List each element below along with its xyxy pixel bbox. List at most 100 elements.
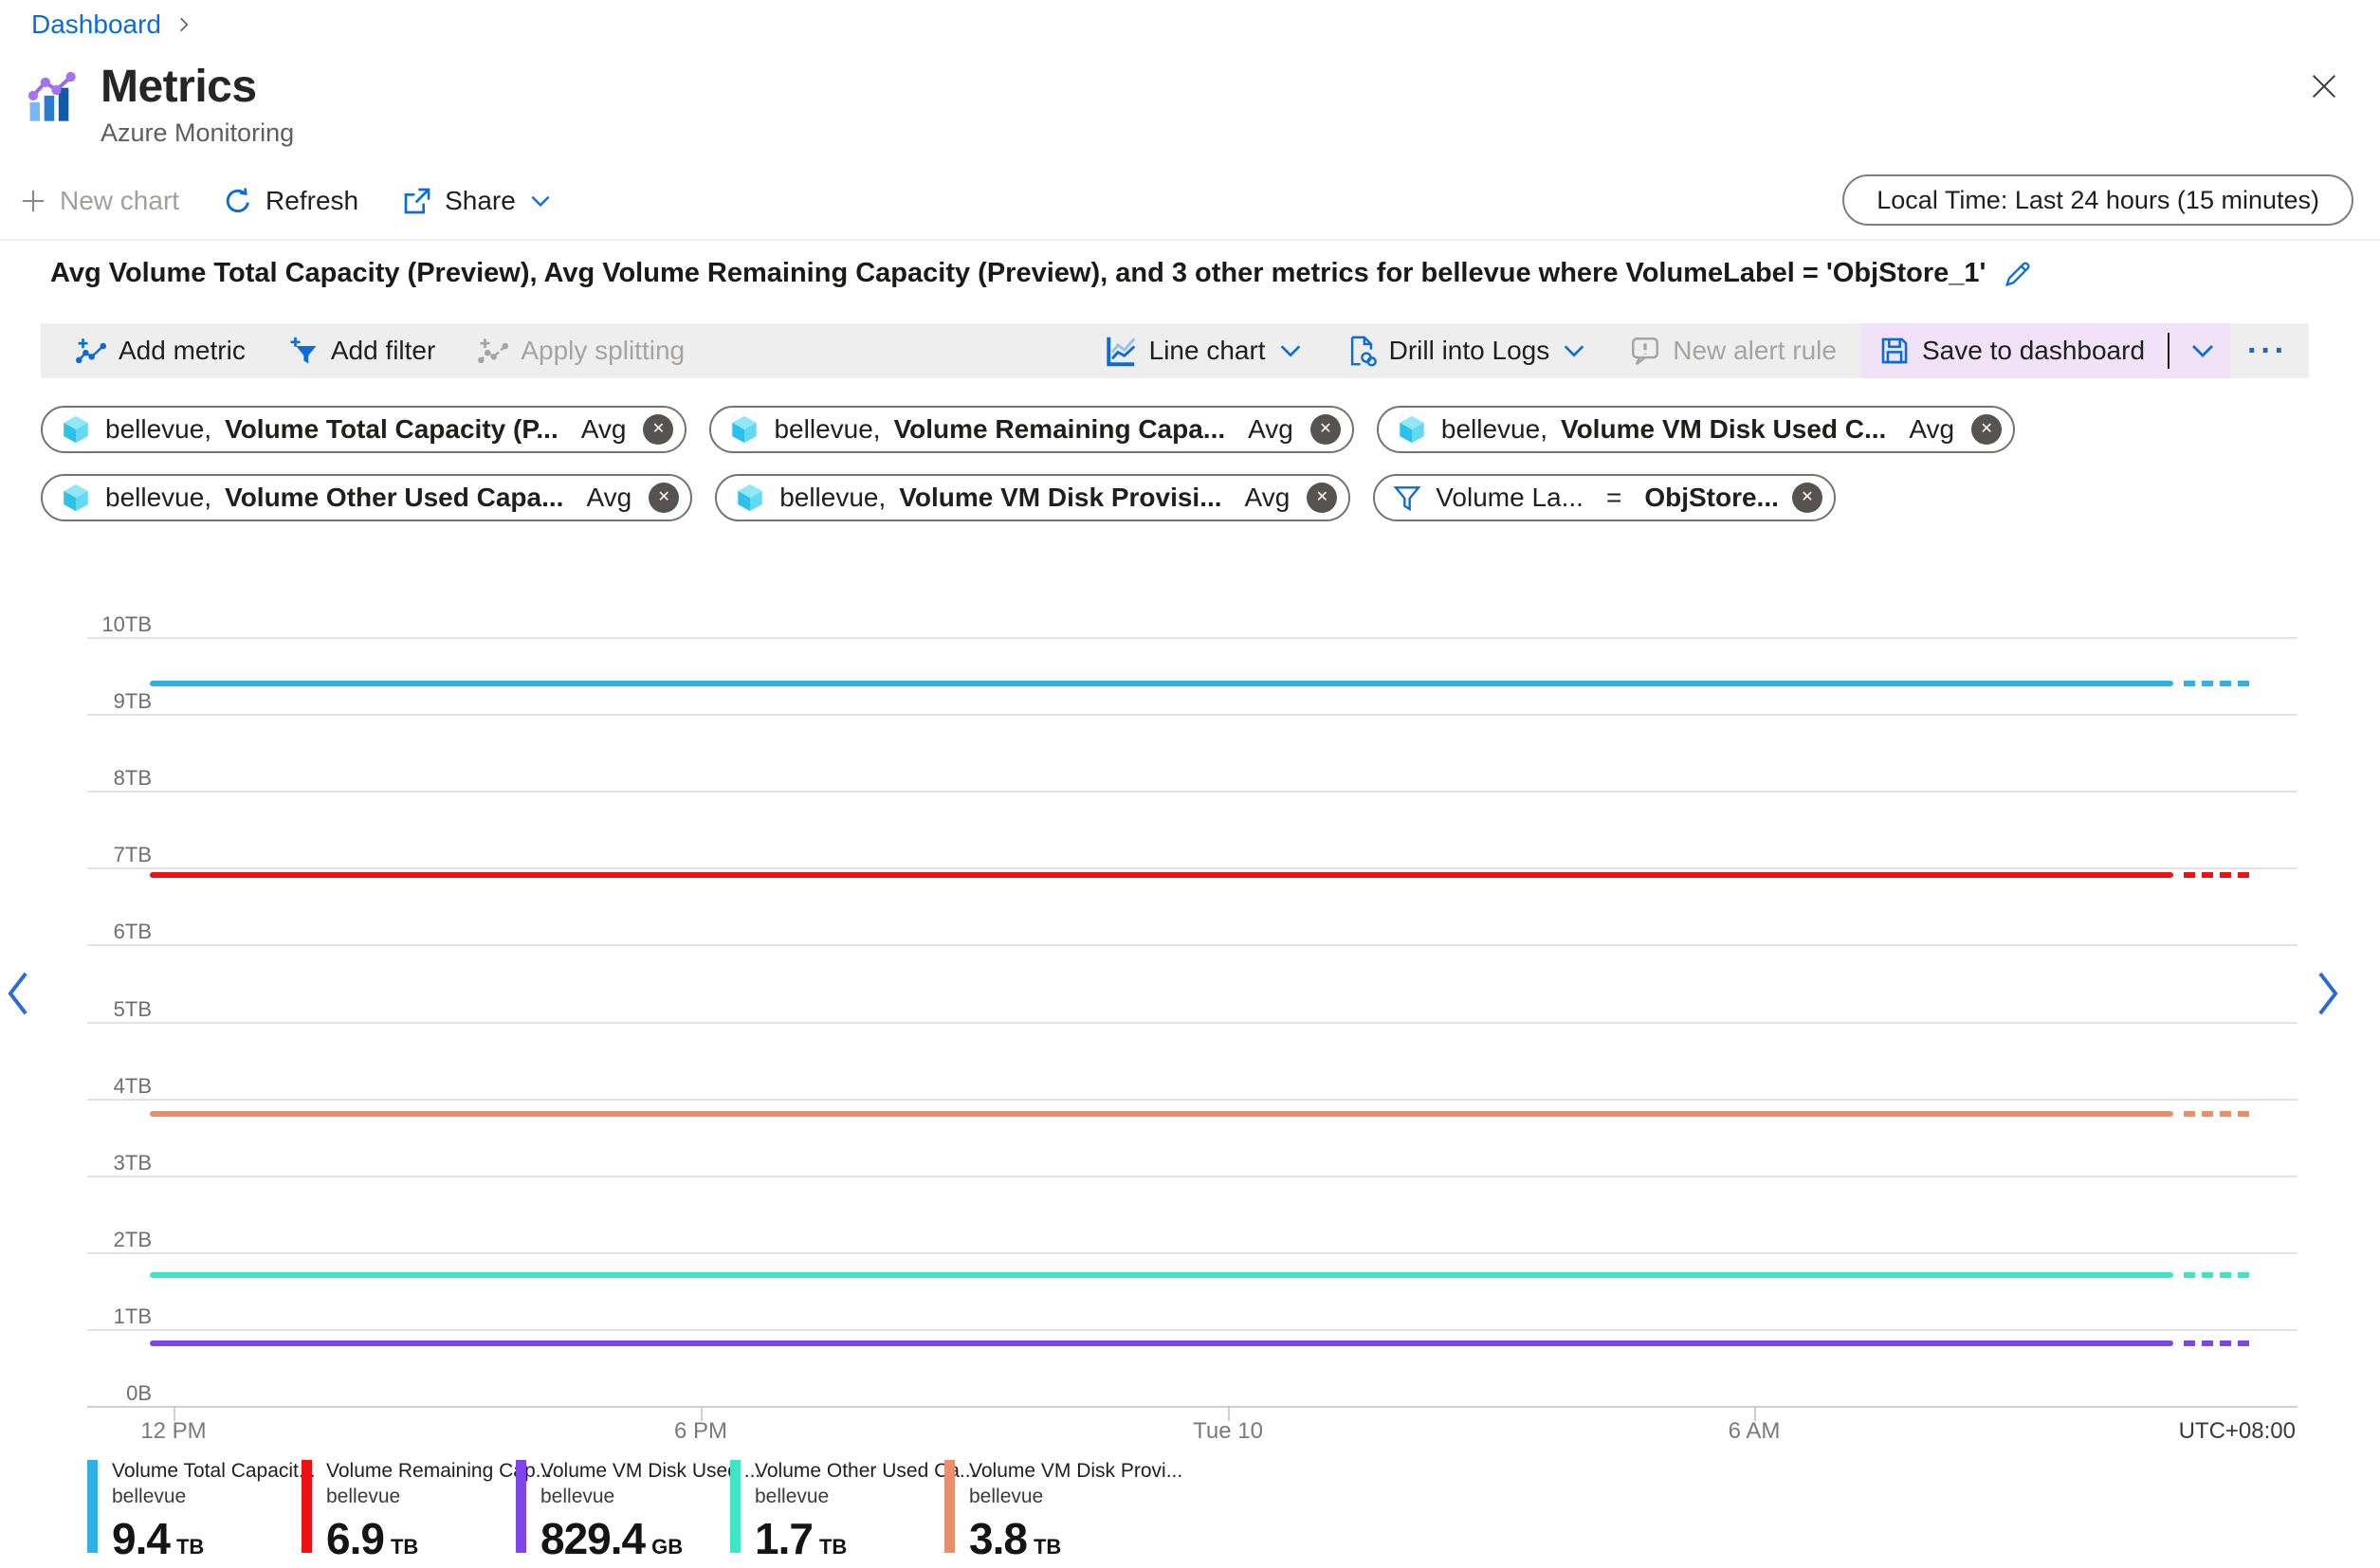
y-axis-tick-label: 6TB xyxy=(113,920,152,944)
metrics-page: Dashboard Metrics Azure Monitoring New c… xyxy=(0,0,2380,1568)
legend-color-bar xyxy=(730,1460,741,1553)
y-axis-tick-label: 10TB xyxy=(101,612,152,636)
drill-into-logs-button[interactable]: Drill into Logs xyxy=(1328,323,1605,378)
next-chart-button[interactable] xyxy=(2312,969,2344,1018)
gridline xyxy=(87,1175,2298,1177)
metric-pill[interactable]: bellevue, Volume Remaining Capa... Avg ✕ xyxy=(709,406,1354,453)
legend-item[interactable]: Volume Other Used Ca... bellevue 1.7 TB xyxy=(730,1460,976,1564)
remove-pill-button[interactable]: ✕ xyxy=(643,414,674,445)
chart-type-button[interactable]: Line chart xyxy=(1087,323,1321,378)
add-filter-icon xyxy=(287,335,320,367)
chevron-down-icon xyxy=(2188,337,2217,365)
more-commands-button[interactable]: ··· xyxy=(2238,333,2298,370)
chevron-right-icon xyxy=(174,15,193,34)
gridline xyxy=(87,1098,2298,1101)
chart-plot-area: UTC+08:00 10TB 9TB 8TB 7TB 6TB 5TB 4TB 3TB 2TB 1T… xyxy=(87,612,2298,1444)
chevron-down-icon xyxy=(1277,337,1304,364)
close-button[interactable] xyxy=(2308,70,2340,102)
refresh-icon xyxy=(223,186,253,216)
refresh-button[interactable]: Refresh xyxy=(223,186,358,216)
gridline xyxy=(87,714,2298,717)
gridline xyxy=(87,1406,2298,1408)
series-line-dashed-tail xyxy=(2184,1110,2249,1117)
share-icon xyxy=(402,186,432,216)
add-metric-icon xyxy=(75,335,107,367)
pill-row: bellevue, Volume Other Used Capa... Avg ✕ be… xyxy=(41,474,2015,521)
page-subtitle: Azure Monitoring xyxy=(101,119,295,147)
page-header: Metrics Azure Monitoring xyxy=(27,61,294,148)
gridline xyxy=(87,791,2298,793)
share-button[interactable]: Share xyxy=(402,186,553,216)
legend-metric-name: Volume VM Disk Used ... xyxy=(540,1460,761,1482)
metric-pill[interactable]: bellevue, Volume VM Disk Used C... Avg ✕ xyxy=(1376,406,2016,453)
line-chart-icon xyxy=(1104,334,1138,368)
plus-icon xyxy=(19,187,47,215)
page-title: Metrics xyxy=(101,62,257,112)
new-alert-rule-label: New alert rule xyxy=(1673,336,1837,365)
y-axis-tick-label: 8TB xyxy=(113,766,152,791)
legend-text: Volume Total Capacit... bellevue 9.4 TB xyxy=(112,1460,315,1564)
y-axis-tick-label: 2TB xyxy=(113,1227,152,1251)
previous-chart-button[interactable] xyxy=(2,969,34,1018)
breadcrumb-dashboard-link[interactable]: Dashboard xyxy=(31,9,161,40)
x-axis-tick-label: 6 PM xyxy=(673,1418,728,1444)
y-axis-tick-label: 5TB xyxy=(113,996,152,1021)
chevron-left-icon xyxy=(2,969,34,1018)
new-chart-button[interactable]: New chart xyxy=(19,186,179,216)
metric-pill[interactable]: bellevue, Volume Other Used Capa... Avg ✕ xyxy=(41,474,693,521)
legend-value: 1.7 xyxy=(755,1514,814,1563)
share-label: Share xyxy=(445,186,516,215)
pill-metric-label: Volume Total Capacity (P... xyxy=(225,414,558,444)
remove-pill-button[interactable]: ✕ xyxy=(1307,483,1338,513)
series-line-dashed-tail xyxy=(2184,680,2249,686)
command-bar: Add metric Add filter Apply splitting Li… xyxy=(41,323,2309,378)
filter-operator-label: = xyxy=(1605,483,1622,512)
resource-cube-icon xyxy=(60,413,92,446)
filter-pill[interactable]: Volume La... = ObjStore... ✕ xyxy=(1373,474,1836,521)
chevron-down-icon xyxy=(528,189,553,213)
legend-color-bar xyxy=(302,1460,312,1553)
add-filter-label: Add filter xyxy=(330,336,436,365)
metrics-logo-icon xyxy=(27,70,80,123)
remove-pill-button[interactable]: ✕ xyxy=(1309,414,1341,445)
legend-item[interactable]: Volume VM Disk Provi... bellevue 3.8 TB xyxy=(944,1460,1182,1564)
save-icon xyxy=(1878,335,1911,367)
legend-value: 829.4 xyxy=(540,1514,646,1563)
legend-text: Volume VM Disk Provi... bellevue 3.8 TB xyxy=(969,1460,1182,1564)
chart-legend: Volume Total Capacit... bellevue 9.4 TB Volu… xyxy=(87,1460,1182,1564)
legend-item[interactable]: Volume Remaining Cap... bellevue 6.9 TB xyxy=(302,1460,552,1564)
gridline xyxy=(87,944,2298,947)
drill-into-logs-icon xyxy=(1346,335,1378,367)
time-range-button[interactable]: Local Time: Last 24 hours (15 minutes) xyxy=(1842,174,2353,226)
top-toolbar: New chart Refresh Share xyxy=(19,176,553,226)
y-axis-tick-label: 9TB xyxy=(113,689,152,714)
series-line xyxy=(150,680,2173,686)
legend-value-row: 9.4 TB xyxy=(112,1513,315,1564)
series-line xyxy=(150,1272,2173,1279)
legend-resource-name: bellevue xyxy=(969,1486,1044,1507)
save-to-dashboard-button[interactable]: Save to dashboard xyxy=(1861,323,2162,378)
apply-splitting-button[interactable]: Apply splitting xyxy=(460,323,702,378)
legend-metric-name: Volume VM Disk Provi... xyxy=(969,1460,1183,1482)
new-alert-rule-button[interactable]: New alert rule xyxy=(1612,323,1854,378)
remove-pill-button[interactable]: ✕ xyxy=(1791,483,1822,513)
legend-resource-name: bellevue xyxy=(112,1486,187,1507)
legend-item[interactable]: Volume VM Disk Used ... bellevue 829.4 GB xyxy=(516,1460,760,1564)
divider xyxy=(0,239,2380,241)
remove-pill-button[interactable]: ✕ xyxy=(1971,414,2003,445)
save-options-chevron-button[interactable] xyxy=(2175,323,2230,378)
edit-title-button[interactable] xyxy=(2003,259,2033,289)
add-metric-button[interactable]: Add metric xyxy=(58,323,263,378)
legend-item[interactable]: Volume Total Capacit... bellevue 9.4 TB xyxy=(87,1460,315,1564)
pill-metric-label: Volume Other Used Capa... xyxy=(225,483,564,512)
pill-metric-label: Volume Remaining Capa... xyxy=(893,414,1226,444)
series-line xyxy=(150,1110,2173,1117)
pill-scope-label: bellevue, xyxy=(1440,414,1547,444)
remove-pill-button[interactable]: ✕ xyxy=(649,483,680,513)
legend-color-bar xyxy=(516,1460,526,1553)
metric-pill[interactable]: bellevue, Volume VM Disk Provisi... Avg ✕ xyxy=(715,474,1351,521)
legend-unit: TB xyxy=(1033,1535,1062,1559)
metric-pill[interactable]: bellevue, Volume Total Capacity (P... Avg ✕ xyxy=(41,406,687,453)
pencil-icon xyxy=(2003,259,2033,289)
add-filter-button[interactable]: Add filter xyxy=(270,323,453,378)
